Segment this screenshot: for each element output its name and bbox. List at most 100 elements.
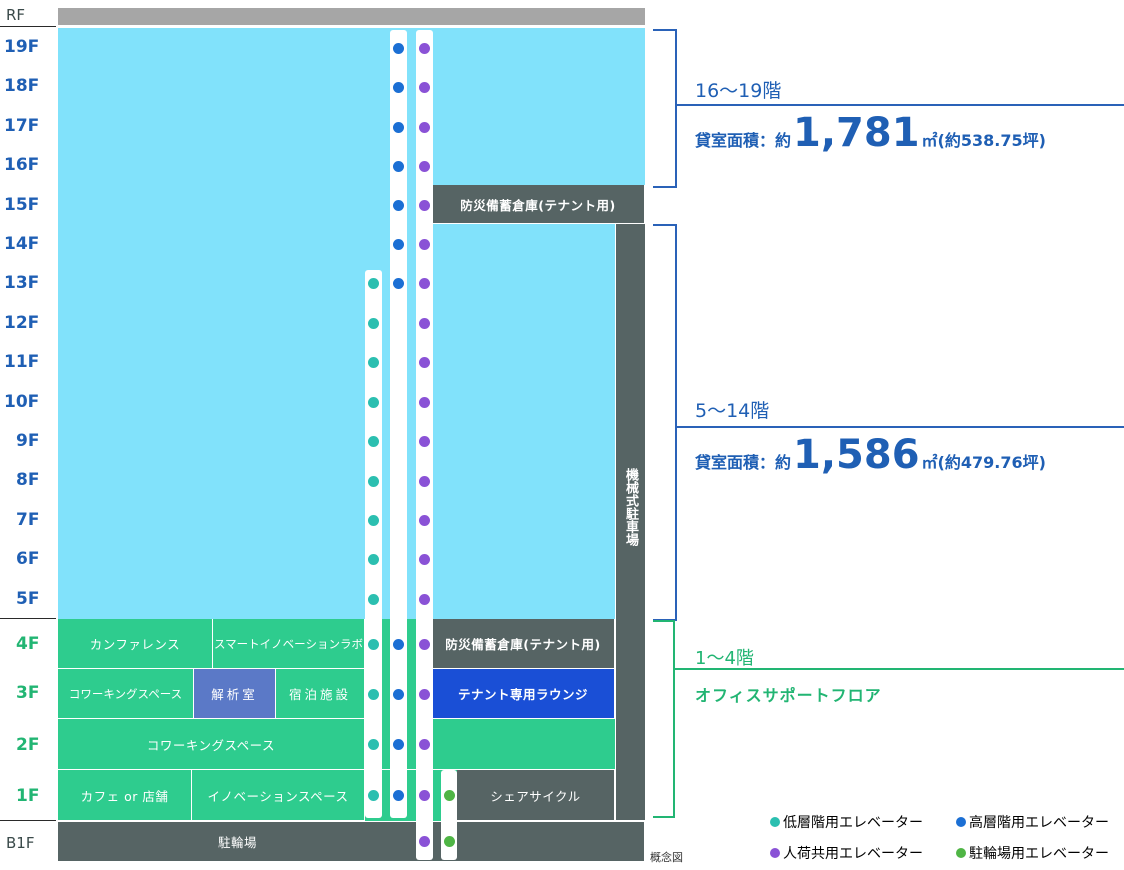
- floor-label-8f: 8F: [16, 470, 40, 490]
- office-floor-9f: [58, 421, 615, 462]
- low-floors-title: 1～4階: [695, 648, 754, 669]
- mid-area-value: 1,586: [793, 432, 920, 478]
- floor-label-11f: 11F: [4, 352, 40, 372]
- cargo-elevator-stop-dot: [419, 836, 430, 847]
- legend-purple-dot-icon: [770, 848, 780, 858]
- floor-label-17f: 17F: [4, 116, 40, 136]
- high-elevator-stop-dot: [393, 43, 404, 54]
- mid-floors-area: 貸室面積：約 1,586 ㎡(約479.76坪): [695, 432, 1046, 478]
- floor-label-13f: 13F: [4, 273, 40, 293]
- high-elevator-stop-dot: [393, 790, 404, 801]
- low-elevator-stop-dot: [368, 639, 379, 650]
- legend-low-elevator: 低層階用エレベーター: [770, 812, 923, 832]
- cargo-elevator-stop-dot: [419, 318, 430, 329]
- legend-green-dot-icon: [956, 848, 966, 858]
- high-elevator-stop-dot: [393, 161, 404, 172]
- floor-label-19f: 19F: [4, 37, 40, 57]
- floor-label-10f: 10F: [4, 392, 40, 412]
- legend-low-label: 低層階用エレベーター: [783, 815, 923, 831]
- cargo-elevator-stop-dot: [419, 397, 430, 408]
- office-floor-8f: [58, 461, 615, 501]
- floor-label-15f: 15F: [4, 195, 40, 215]
- cargo-elevator-stop-dot: [419, 639, 430, 650]
- low-elevator-stop-dot: [368, 436, 379, 447]
- zone-smart-lab: スマートイノベーションラボ: [213, 619, 365, 669]
- floor-label-12f: 12F: [4, 313, 40, 333]
- zone-innovation-space: イノベーションスペース: [192, 770, 365, 821]
- floor-label-2f: 2F: [16, 735, 40, 755]
- low-floors-subtitle: オフィスサポートフロア: [695, 686, 882, 705]
- floor-label-18f: 18F: [4, 76, 40, 96]
- low-elevator-stop-dot: [368, 594, 379, 605]
- cargo-elevator-stop-dot: [419, 200, 430, 211]
- zone-storage-4f: 防災備蓄倉庫(テナント用): [432, 619, 615, 669]
- cargo-elevator-stop-dot: [419, 515, 430, 526]
- zone-bicycle-parking: 駐輪場: [58, 822, 645, 862]
- office-floor-16f: [58, 146, 645, 186]
- high-elevator-stop-dot: [393, 122, 404, 133]
- floor-label-16f: 16F: [4, 155, 40, 175]
- cargo-elevator-stop-dot: [419, 122, 430, 133]
- high-elevator-stop-dot: [393, 82, 404, 93]
- low-elevator-stop-dot: [368, 554, 379, 565]
- cargo-elevator-stop-dot: [419, 278, 430, 289]
- floor-separator: [0, 820, 56, 821]
- concept-note: 概念図: [650, 851, 683, 864]
- cargo-elevator-stop-dot: [419, 239, 430, 250]
- elevator-shaft-low: [365, 270, 382, 818]
- bike-elevator-stop-dot: [444, 836, 455, 847]
- bracket-16-19: [653, 29, 677, 188]
- floor-label-1f: 1F: [16, 786, 40, 806]
- office-floor-10f: [58, 382, 615, 422]
- low-elevator-stop-dot: [368, 476, 379, 487]
- legend-high-elevator: 高層階用エレベーター: [956, 812, 1109, 832]
- low-elevator-stop-dot: [368, 515, 379, 526]
- office-floor-5f: [58, 579, 615, 620]
- floor-label-rf: RF: [6, 6, 26, 24]
- legend-cargo-elevator: 人荷共用エレベーター: [770, 843, 923, 863]
- low-elevator-stop-dot: [368, 790, 379, 801]
- high-elevator-stop-dot: [393, 239, 404, 250]
- cargo-elevator-stop-dot: [419, 689, 430, 700]
- legend-high-label: 高層階用エレベーター: [969, 815, 1109, 831]
- mid-floors-title: 5～14階: [695, 400, 770, 422]
- office-floor-17f: [58, 107, 645, 147]
- upper-area-prefix: 貸室面積：約: [695, 131, 792, 150]
- floor-separator: [0, 26, 56, 27]
- office-floor-15f: [58, 185, 432, 225]
- office-floor-18f: [58, 68, 645, 108]
- cargo-elevator-stop-dot: [419, 82, 430, 93]
- roof-bar: [58, 8, 645, 25]
- mechanical-parking-label: 機械式駐車場: [623, 468, 638, 546]
- bike-elevator-stop-dot: [444, 790, 455, 801]
- zone-storage-15f: 防災備蓄倉庫(テナント用): [432, 185, 645, 224]
- office-floor-11f: [58, 342, 615, 383]
- mid-area-prefix: 貸室面積：約: [695, 453, 792, 472]
- low-elevator-stop-dot: [368, 318, 379, 329]
- cargo-elevator-stop-dot: [419, 436, 430, 447]
- high-elevator-stop-dot: [393, 639, 404, 650]
- floor-label-4f: 4F: [16, 634, 40, 654]
- upper-floors-title: 16～19階: [695, 80, 782, 102]
- legend-blue-dot-icon: [956, 817, 966, 827]
- legend-bike-label: 駐輪場用エレベーター: [969, 846, 1109, 862]
- floor-label-9f: 9F: [16, 431, 40, 451]
- office-floor-6f: [58, 539, 615, 580]
- high-elevator-stop-dot: [393, 739, 404, 750]
- low-elevator-stop-dot: [368, 397, 379, 408]
- floor-label-14f: 14F: [4, 234, 40, 254]
- cargo-elevator-stop-dot: [419, 161, 430, 172]
- zone-tenant-lounge: テナント専用ラウンジ: [432, 669, 615, 719]
- office-floor-14f: [58, 224, 615, 265]
- cargo-elevator-stop-dot: [419, 476, 430, 487]
- legend-bike-elevator: 駐輪場用エレベーター: [956, 843, 1109, 863]
- zone-lodging: 宿泊施設: [276, 669, 365, 719]
- floor-separator: [0, 618, 56, 619]
- zone-coworking-3f: コワーキングスペース: [58, 669, 194, 719]
- floor-label-5f: 5F: [16, 589, 40, 609]
- low-elevator-stop-dot: [368, 689, 379, 700]
- office-floor-19f: [58, 28, 645, 69]
- high-elevator-stop-dot: [393, 200, 404, 211]
- cargo-elevator-stop-dot: [419, 43, 430, 54]
- cargo-elevator-stop-dot: [419, 594, 430, 605]
